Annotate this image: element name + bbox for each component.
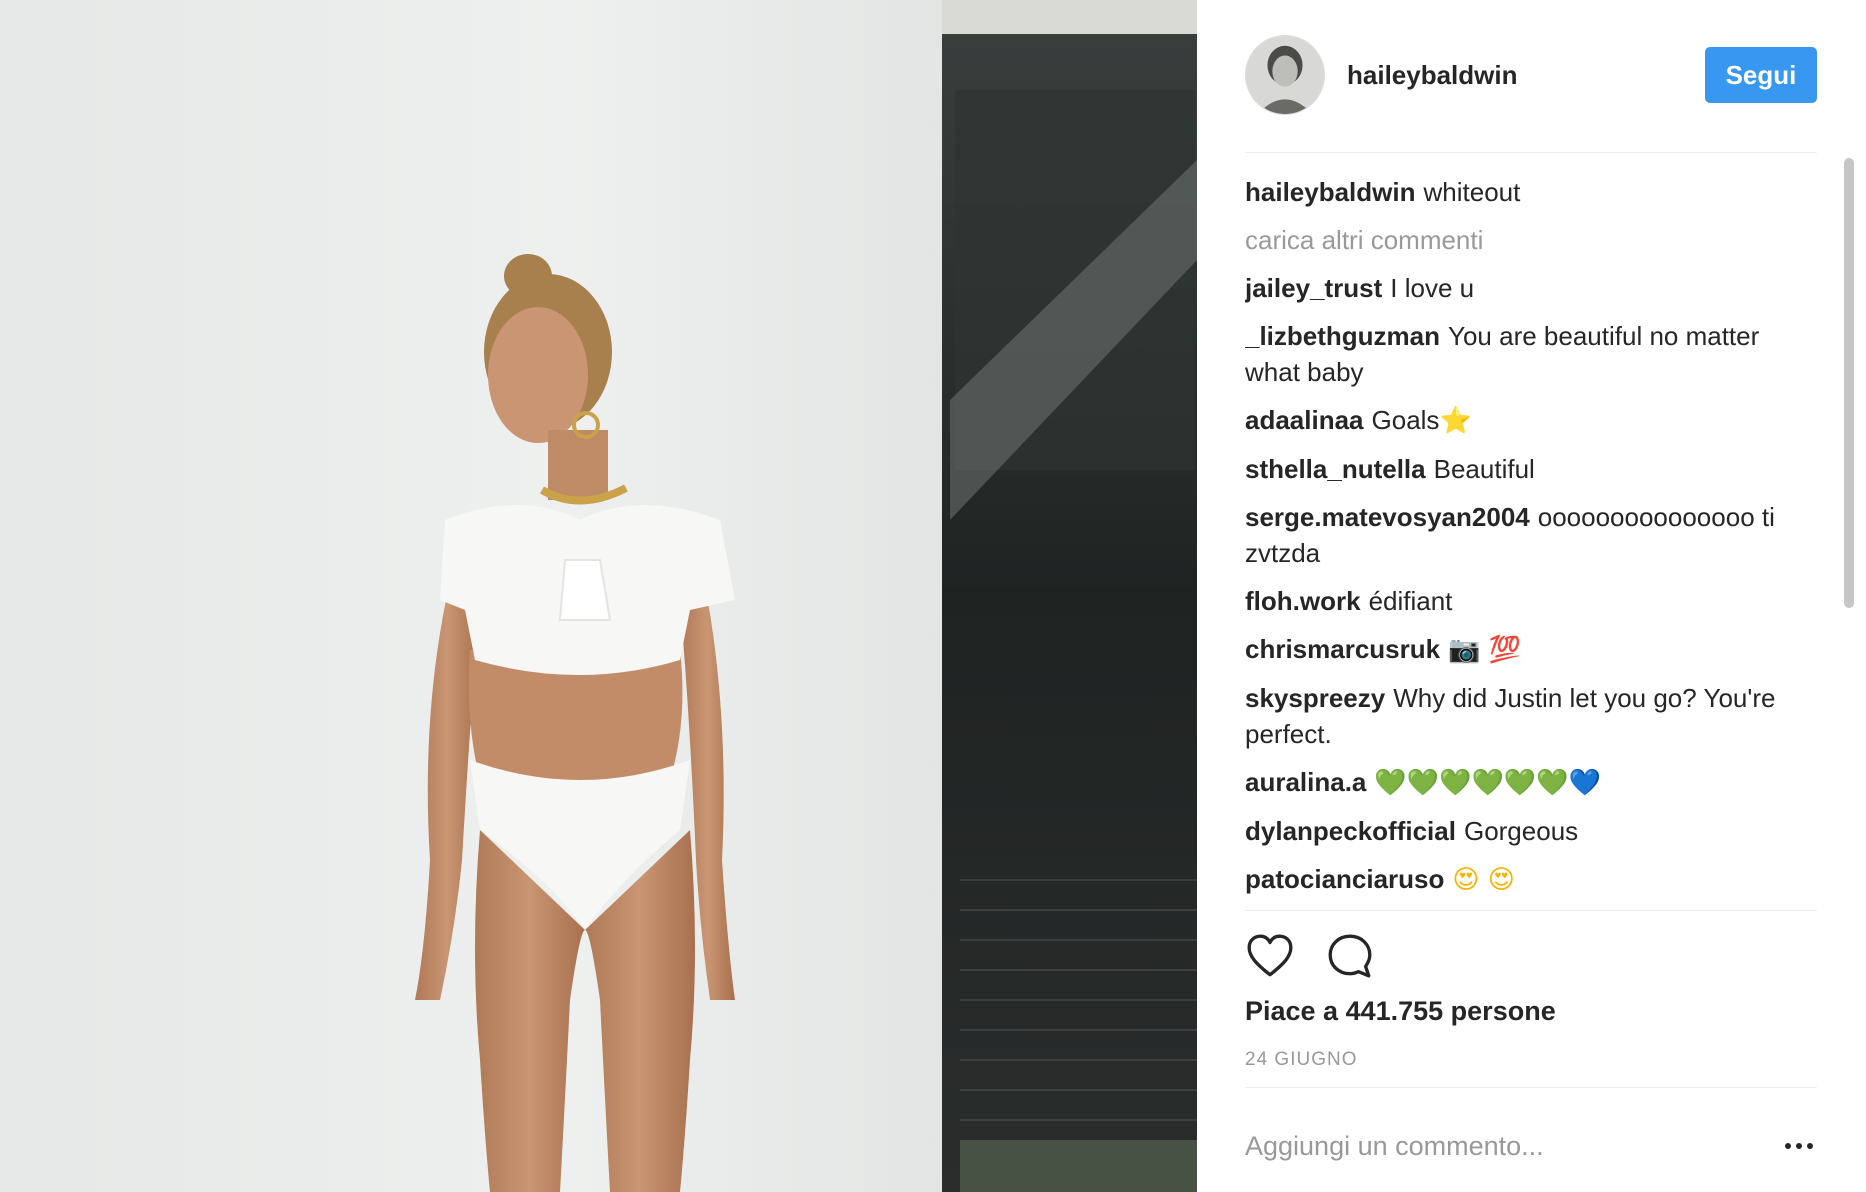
comment-item: dylanpeckofficial Gorgeous bbox=[1245, 813, 1817, 849]
comment-text: Beautiful bbox=[1433, 454, 1535, 484]
add-comment-input[interactable] bbox=[1245, 1118, 1775, 1174]
comment-item: sthella_nutella Beautiful bbox=[1245, 451, 1817, 487]
comment-author[interactable]: skyspreezy bbox=[1245, 683, 1385, 713]
more-dot bbox=[1807, 1143, 1813, 1149]
comment-item: jailey_trust I love u bbox=[1245, 270, 1817, 306]
post-caption: haileybaldwin whiteout bbox=[1245, 174, 1817, 210]
comment-bubble-icon[interactable] bbox=[1325, 931, 1375, 981]
post-header: haileybaldwin Segui bbox=[1245, 34, 1817, 116]
more-dot bbox=[1785, 1143, 1791, 1149]
avatar-image bbox=[1246, 36, 1324, 114]
caption-author[interactable]: haileybaldwin bbox=[1245, 177, 1416, 207]
post-photo-image bbox=[0, 0, 1197, 1192]
comment-item: serge.matevosyan2004 ooooooooooooooo ti z… bbox=[1245, 499, 1817, 571]
comment-text: édifiant bbox=[1368, 586, 1453, 616]
comment-item: adaalinaa Goals⭐ bbox=[1245, 402, 1817, 439]
comment-author[interactable]: adaalinaa bbox=[1245, 405, 1364, 435]
comment-item: skyspreezy Why did Justin let you go? You… bbox=[1245, 680, 1817, 752]
comment-author[interactable]: patocianciaruso bbox=[1245, 864, 1444, 894]
comment-text: Gorgeous bbox=[1463, 816, 1579, 846]
comment-author[interactable]: chrismarcusruk bbox=[1245, 634, 1440, 664]
comment-emoji: 📷 💯 bbox=[1448, 635, 1522, 665]
comment-item: chrismarcusruk 📷 💯 bbox=[1245, 631, 1817, 668]
comment-text: I love u bbox=[1390, 273, 1475, 303]
comment-author[interactable]: serge.matevosyan2004 bbox=[1245, 502, 1530, 532]
likes-count[interactable]: Piace a 441.755 persone bbox=[1245, 996, 1556, 1027]
comment-item: auralina.a 💚💚💚💚💚💚💙 bbox=[1245, 764, 1817, 801]
comment-author[interactable]: jailey_trust bbox=[1245, 273, 1382, 303]
comment-text: Goals bbox=[1371, 405, 1440, 435]
scrollbar-thumb[interactable] bbox=[1844, 158, 1854, 608]
actions-divider bbox=[1245, 910, 1817, 911]
comment-author[interactable]: auralina.a bbox=[1245, 767, 1366, 797]
post-date[interactable]: 24 GIUGNO bbox=[1245, 1049, 1357, 1071]
follow-button[interactable]: Segui bbox=[1705, 47, 1817, 103]
comment-emoji: ⭐ bbox=[1439, 406, 1472, 436]
comments-scrollbar[interactable] bbox=[1842, 152, 1856, 912]
comment-author[interactable]: sthella_nutella bbox=[1245, 454, 1426, 484]
post-username[interactable]: haileybaldwin bbox=[1347, 60, 1705, 91]
heart-icon[interactable] bbox=[1245, 931, 1295, 981]
comment-item: floh.work édifiant bbox=[1245, 583, 1817, 619]
comment-author[interactable]: dylanpeckofficial bbox=[1245, 816, 1456, 846]
load-more-comments-link[interactable]: carica altri commenti bbox=[1245, 222, 1817, 258]
caption-text: whiteout bbox=[1423, 177, 1521, 207]
comment-emoji: 😍 😍 bbox=[1452, 865, 1515, 895]
post-photo[interactable] bbox=[0, 0, 1197, 1192]
post-sidebar: haileybaldwin Segui haileybaldwin whiteou… bbox=[1197, 0, 1866, 1192]
comment-item: _lizbethguzman You are beautiful no matte… bbox=[1245, 318, 1817, 390]
comment-author[interactable]: floh.work bbox=[1245, 586, 1361, 616]
comment-form-divider bbox=[1245, 1087, 1817, 1088]
comments-list[interactable]: haileybaldwin whiteout carica altri comme… bbox=[1245, 174, 1817, 906]
more-options-icon[interactable] bbox=[1777, 1128, 1821, 1164]
comment-item: patocianciaruso 😍 😍 bbox=[1245, 861, 1817, 898]
post-actions bbox=[1245, 930, 1405, 982]
comment-author[interactable]: _lizbethguzman bbox=[1245, 321, 1440, 351]
comment-emoji: 💚💚💚💚💚💚💙 bbox=[1374, 768, 1602, 798]
more-dot bbox=[1796, 1143, 1802, 1149]
avatar[interactable] bbox=[1245, 35, 1325, 115]
header-divider bbox=[1245, 152, 1817, 153]
